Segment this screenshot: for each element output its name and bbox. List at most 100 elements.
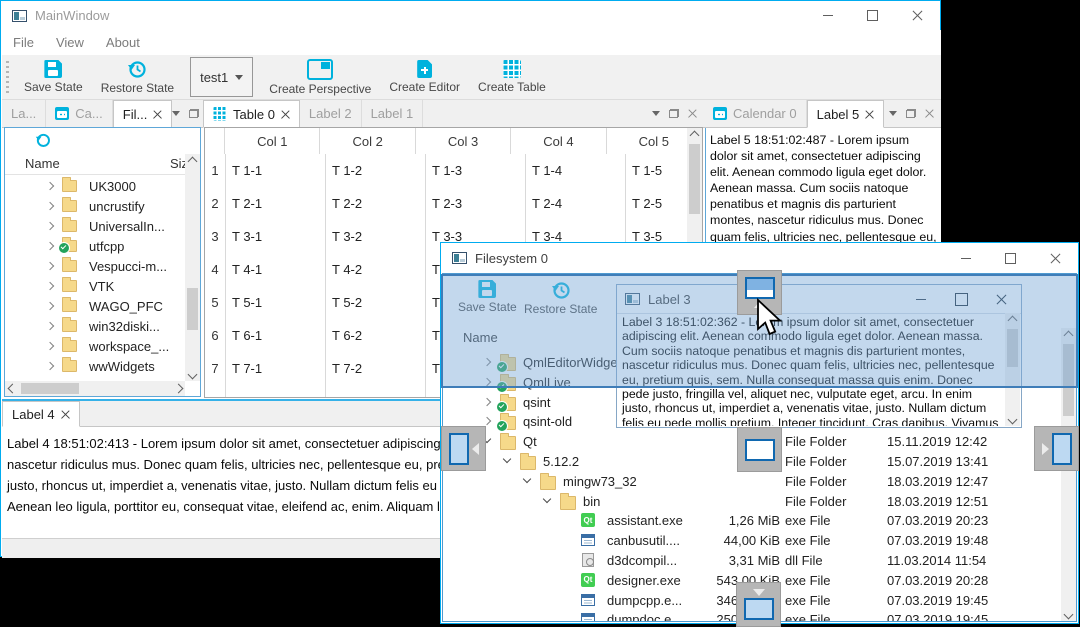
fs-row[interactable]: d3dcompil... 3,31 MiB dll File 11.03.2014 1…: [443, 551, 1060, 571]
expand-icon[interactable]: [45, 241, 55, 251]
float-icon[interactable]: [189, 109, 200, 118]
collapse-icon[interactable]: [522, 474, 532, 484]
tab-label4[interactable]: Label 4: [2, 401, 80, 427]
minimize-button[interactable]: [805, 1, 850, 30]
maximize-button[interactable]: [850, 1, 895, 30]
expand-icon[interactable]: [45, 221, 55, 231]
fs-row[interactable]: mingw73_32 File Folder 18.03.2019 12:47: [443, 472, 1060, 492]
col-header[interactable]: Col 4: [511, 128, 607, 154]
table-row[interactable]: 2T 2-1 T 2-2 T 2-3 T 2-4 T 2-5: [205, 187, 702, 221]
tree-header[interactable]: Name Size: [5, 154, 200, 175]
col-header[interactable]: Col 1: [225, 128, 321, 154]
main-titlebar[interactable]: MainWindow: [1, 1, 940, 30]
dock-indicator-center[interactable]: [737, 427, 782, 472]
expand-icon[interactable]: [45, 361, 55, 371]
col-header[interactable]: Col 2: [320, 128, 416, 154]
table-row[interactable]: 1T 1-1 T 1-2 T 1-3 T 1-4 T 1-5: [205, 154, 702, 188]
tab-label0[interactable]: La...: [2, 100, 47, 127]
window-title: Filesystem 0: [475, 250, 548, 266]
arrow-down-icon: [752, 589, 765, 596]
expand-icon[interactable]: [45, 181, 55, 191]
tree-item[interactable]: Vespucci-m...: [89, 259, 167, 274]
tab-label5[interactable]: Label 5: [806, 100, 885, 128]
expand-icon[interactable]: [45, 201, 55, 211]
fs-row[interactable]: canbusutil.... 44,00 KiB exe File 07.03.201…: [443, 531, 1060, 551]
tree-hscrollbar[interactable]: [5, 381, 185, 396]
tree-item[interactable]: UniversalIn...: [89, 219, 165, 234]
restore-state-button[interactable]: Restore State: [92, 57, 183, 97]
filesystem-titlebar[interactable]: Filesystem 0: [441, 243, 1078, 273]
left-tabbar: La... Ca... Fil...: [2, 100, 218, 128]
float-icon[interactable]: [906, 109, 916, 118]
expand-icon[interactable]: [482, 397, 492, 406]
minimize-button[interactable]: [943, 243, 988, 273]
tree-item[interactable]: VTK: [89, 279, 114, 294]
tab-calendar[interactable]: Ca...: [46, 100, 113, 127]
folder-icon: [62, 277, 77, 292]
expand-icon[interactable]: [45, 321, 55, 331]
tree-restore-icon[interactable]: [35, 132, 51, 148]
tab-menu-icon[interactable]: [172, 111, 181, 116]
menu-file[interactable]: File: [2, 35, 45, 50]
expand-icon[interactable]: [45, 301, 55, 311]
tree-vscrollbar[interactable]: [185, 154, 200, 381]
create-table-button[interactable]: Create Table: [469, 58, 555, 96]
menubar: File View About: [2, 30, 941, 55]
exe-file-icon: [581, 593, 595, 606]
tab-filesystem[interactable]: Fil...: [112, 100, 173, 128]
close-panel-icon[interactable]: [925, 109, 934, 119]
dock-indicator-bottom[interactable]: [736, 582, 781, 627]
tree-item[interactable]: UK3000: [89, 179, 136, 194]
menu-about[interactable]: About: [95, 35, 151, 50]
expand-icon[interactable]: [45, 281, 55, 291]
tab-table0[interactable]: Table 0: [203, 100, 300, 128]
perspective-icon: [307, 58, 334, 80]
float-icon[interactable]: [669, 109, 679, 118]
calendar-icon: [55, 107, 70, 120]
window-title: MainWindow: [35, 8, 110, 23]
tree-item[interactable]: win32diski...: [89, 319, 160, 334]
maximize-button[interactable]: [988, 243, 1033, 273]
close-button[interactable]: [895, 1, 940, 30]
close-tab-icon[interactable]: [60, 409, 70, 419]
close-tab-icon[interactable]: [153, 109, 163, 119]
create-editor-button[interactable]: Create Editor: [380, 58, 469, 96]
dock-indicator-right[interactable]: [1034, 426, 1079, 471]
expand-icon[interactable]: [45, 261, 55, 271]
fs-row[interactable]: Qt assistant.exe 1,26 MiB exe File 07.03.201…: [443, 511, 1060, 531]
col-header[interactable]: Col 3: [416, 128, 512, 154]
table-icon: [502, 60, 521, 78]
fs-row[interactable]: bin File Folder 18.03.2019 12:51: [443, 492, 1060, 512]
create-perspective-button[interactable]: Create Perspective: [260, 57, 380, 98]
menu-view[interactable]: View: [45, 35, 95, 50]
folder-check-icon: [496, 413, 516, 433]
perspective-combo[interactable]: test1: [190, 57, 254, 97]
tree-item[interactable]: workspace_...: [89, 339, 169, 354]
expand-icon[interactable]: [45, 341, 55, 351]
arrow-right-icon: [1041, 442, 1049, 455]
tab-menu-icon[interactable]: [652, 111, 660, 116]
close-panel-icon[interactable]: [688, 109, 697, 119]
tree-item[interactable]: WAGO_PFC: [89, 299, 163, 314]
close-tab-icon[interactable]: [865, 109, 875, 119]
collapse-icon[interactable]: [542, 494, 552, 503]
save-state-button[interactable]: Save State: [15, 58, 92, 96]
tree-item[interactable]: utfcpp: [89, 239, 124, 254]
tree-item[interactable]: uncrustify: [89, 199, 145, 214]
tab-calendar0[interactable]: Calendar 0: [704, 100, 807, 127]
dock-center-icon: [744, 438, 775, 461]
close-button[interactable]: [1033, 243, 1078, 273]
toolbar-drag-handle[interactable]: [6, 61, 9, 93]
app-icon: [452, 252, 467, 264]
tab-label1[interactable]: Label 1: [362, 100, 424, 127]
tab-label2[interactable]: Label 2: [300, 100, 362, 127]
tree-item[interactable]: wwWidgets: [89, 359, 155, 374]
folder-icon: [560, 492, 576, 510]
collapse-icon[interactable]: [502, 454, 512, 464]
dock-indicator-left[interactable]: [441, 426, 486, 471]
expand-icon[interactable]: [482, 417, 492, 426]
toolbar: Save State Restore State test1 Create Pe…: [2, 55, 941, 100]
dock-bottom-icon: [743, 598, 774, 620]
close-tab-icon[interactable]: [281, 109, 290, 119]
tab-menu-icon[interactable]: [889, 111, 897, 116]
